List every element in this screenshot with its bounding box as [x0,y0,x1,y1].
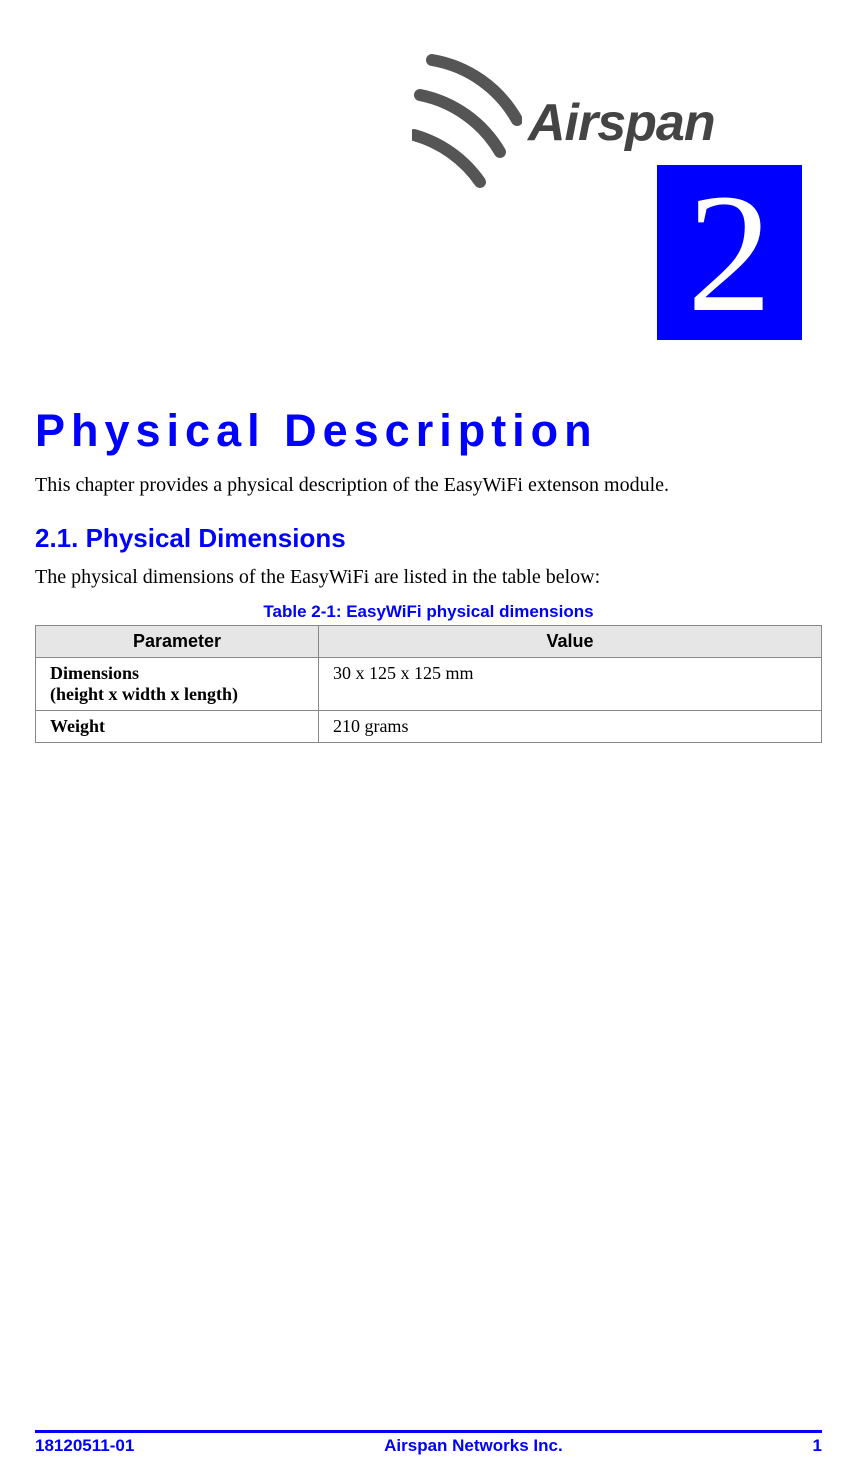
brand-name: Airspan [528,93,715,153]
table-header-row: Parameter Value [36,626,822,658]
chapter-number-box: 2 [657,165,802,340]
table-caption: Table 2-1: EasyWiFi physical dimensions [35,602,822,622]
brand-logo-arcs-icon [412,50,522,195]
header-area: Airspan 2 [35,50,822,360]
chapter-number: 2 [687,168,772,338]
page-footer: 18120511-01 Airspan Networks Inc. 1 [35,1430,822,1456]
table-header-value: Value [318,626,821,658]
physical-dimensions-table: Parameter Value Dimensions (height x wid… [35,625,822,743]
footer-company: Airspan Networks Inc. [384,1436,563,1456]
intro-paragraph: This chapter provides a physical descrip… [35,472,822,498]
table-cell-value: 210 grams [318,711,821,743]
footer-page-number: 1 [813,1436,822,1456]
chapter-title: Physical Description [35,405,822,457]
section-heading: 2.1. Physical Dimensions [35,523,822,554]
table-row: Dimensions (height x width x length) 30 … [36,658,822,711]
table-cell-value: 30 x 125 x 125 mm [318,658,821,711]
footer-doc-number: 18120511-01 [35,1436,134,1456]
table-row: Weight 210 grams [36,711,822,743]
param-line1: Weight [50,716,105,736]
param-line2: (height x width x length) [50,684,238,704]
table-cell-param: Weight [36,711,319,743]
table-cell-param: Dimensions (height x width x length) [36,658,319,711]
section-intro: The physical dimensions of the EasyWiFi … [35,564,822,590]
table-header-parameter: Parameter [36,626,319,658]
param-line1: Dimensions [50,663,139,683]
